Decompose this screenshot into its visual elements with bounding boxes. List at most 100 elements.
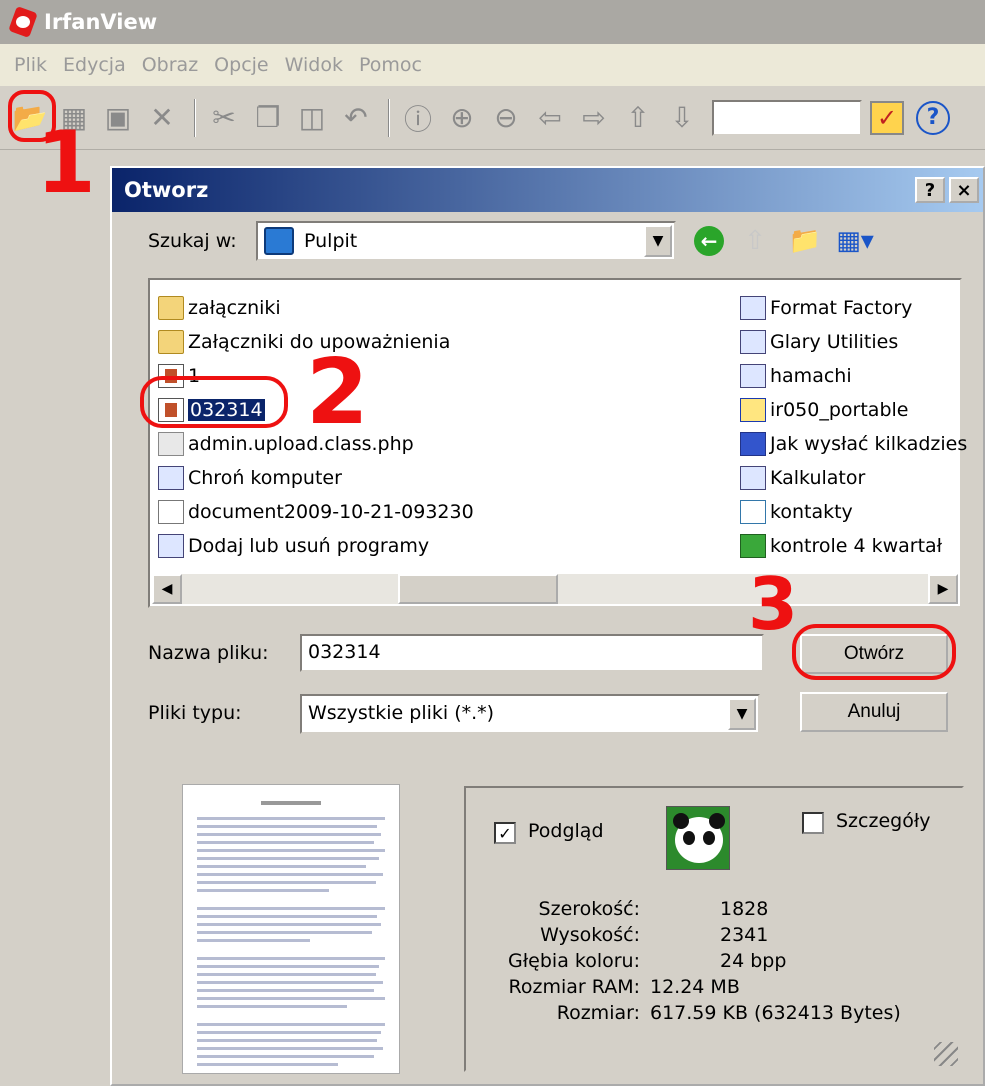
previous-arrow-icon[interactable]: ⇦ (530, 98, 570, 138)
menu-obraz[interactable]: Obraz (142, 54, 198, 76)
undo-icon[interactable]: ↶ (336, 98, 376, 138)
scroll-left-icon[interactable]: ◀ (152, 574, 182, 604)
lookin-label: Szukaj w: (148, 230, 237, 252)
preview-text-line (197, 1055, 374, 1058)
preview-text-line (197, 1039, 378, 1042)
info-icon[interactable]: ⓘ (398, 98, 438, 138)
zoom-out-icon[interactable]: ⊖ (486, 98, 526, 138)
filetype-label: Pliki typu: (148, 702, 242, 724)
scrollbar-thumb[interactable] (398, 574, 558, 604)
filename-label: Nazwa pliku: (148, 642, 269, 664)
save-icon[interactable]: ▣ (98, 98, 138, 138)
lookin-combo[interactable]: Pulpit ▼ (256, 221, 676, 261)
doc-file-icon (158, 500, 184, 524)
menu-widok[interactable]: Widok (285, 54, 343, 76)
delete-icon[interactable]: ✕ (142, 98, 182, 138)
panda-icon (666, 806, 730, 870)
views-menu-icon[interactable]: ▦▾ (836, 224, 874, 258)
copy-icon[interactable]: ❐ (248, 98, 288, 138)
file-name: kontakty (770, 501, 853, 523)
preview-text-line (197, 989, 374, 992)
preview-text-line (197, 915, 378, 918)
chevron-down-icon[interactable]: ▼ (644, 225, 672, 257)
irfanview-logo-icon (8, 7, 38, 37)
up-folder-icon[interactable]: ⇧ (738, 224, 772, 258)
filename-input[interactable]: 032314 (300, 634, 764, 672)
file-list-item[interactable]: hamachi (740, 360, 852, 392)
info-value: 12.24 MB (650, 976, 740, 998)
file-list-item[interactable]: załączniki (158, 292, 281, 324)
preview-text-line (197, 923, 382, 926)
preview-text-line (197, 1005, 348, 1008)
up-arrow-icon[interactable]: ⇧ (618, 98, 658, 138)
preview-text-line (197, 957, 385, 960)
file-list-item[interactable]: Załączniki do upoważnienia (158, 326, 450, 358)
preview-checkbox[interactable]: ✓ (494, 822, 516, 844)
app-title: IrfanView (44, 10, 158, 34)
cut-icon[interactable]: ✂ (204, 98, 244, 138)
next-arrow-icon[interactable]: ⇨ (574, 98, 614, 138)
resize-grip-icon[interactable] (934, 1042, 958, 1066)
image-info-panel: ✓ Podgląd Szczegóły Szerokość: 1828 Wysoko… (464, 786, 964, 1072)
paste-icon[interactable]: ◫ (292, 98, 332, 138)
menu-opcje[interactable]: Opcje (214, 54, 268, 76)
annotation-circle-3 (792, 624, 956, 680)
scroll-right-icon[interactable]: ▶ (928, 574, 958, 604)
toolbar-separator (194, 98, 196, 137)
file-list-item[interactable]: Dodaj lub usuń programy (158, 530, 429, 562)
file-list-item[interactable]: Format Factory (740, 292, 912, 324)
filetype-combo[interactable]: Wszystkie pliki (*.*) ▼ (300, 694, 760, 734)
down-arrow-icon[interactable]: ⇩ (662, 98, 702, 138)
shortcut-file-icon (740, 296, 766, 320)
file-list-item[interactable]: document2009-10-21-093230 (158, 496, 474, 528)
menu-plik[interactable]: Plik (14, 54, 47, 76)
preview-text-line (197, 857, 380, 860)
info-value: 2341 (720, 924, 769, 946)
info-key: Szerokość: (538, 898, 640, 920)
preview-label: Podgląd (528, 820, 604, 842)
zip-file-icon (740, 398, 766, 422)
info-value: 617.59 KB (632413 Bytes) (650, 1002, 901, 1024)
toolbar: 📂 ▦ ▣ ✕ ✂ ❐ ◫ ↶ ⓘ ⊕ ⊖ ⇦ ⇨ ⇧ ⇩ ✓ ? (0, 86, 985, 150)
details-checkbox[interactable] (802, 812, 824, 834)
annotation-number-1: 1 (36, 113, 96, 213)
info-value: 1828 (720, 898, 769, 920)
checkmark-icon[interactable]: ✓ (870, 100, 904, 135)
new-folder-icon[interactable]: 📁 (788, 224, 822, 258)
chevron-down-icon[interactable]: ▼ (728, 698, 756, 730)
info-value: 24 bpp (720, 950, 787, 972)
app-titlebar: IrfanView (0, 0, 985, 44)
file-list-item[interactable]: admin.upload.class.php (158, 428, 414, 460)
file-list-item[interactable]: Glary Utilities (740, 326, 898, 358)
preview-text-line (197, 833, 382, 836)
zoom-in-icon[interactable]: ⊕ (442, 98, 482, 138)
cancel-button[interactable]: Anuluj (800, 692, 948, 732)
file-list-item[interactable]: kontrole 4 kwartał (740, 530, 942, 562)
file-list-item[interactable]: ir050_portable (740, 394, 908, 426)
dialog-close-button[interactable]: × (949, 177, 979, 203)
vcf-file-icon (740, 500, 766, 524)
dialog-help-button[interactable]: ? (915, 177, 945, 203)
menu-pomoc[interactable]: Pomoc (359, 54, 422, 76)
file-name: załączniki (188, 297, 281, 319)
file-name: document2009-10-21-093230 (188, 501, 474, 523)
shortcut-file-icon (740, 466, 766, 490)
file-name: hamachi (770, 365, 852, 387)
back-icon[interactable]: ← (694, 226, 724, 256)
info-key: Rozmiar RAM: (508, 976, 640, 998)
file-list-item[interactable]: Chroń komputer (158, 462, 342, 494)
preview-text-line (197, 881, 376, 884)
help-icon[interactable]: ? (916, 100, 950, 135)
file-name: ir050_portable (770, 399, 909, 421)
preview-text-line (197, 939, 310, 942)
preview-page-title (261, 801, 321, 805)
preview-text-line (197, 981, 384, 984)
file-list-item[interactable]: Jak wysłać kilkadzies (740, 428, 967, 460)
panda-eye (703, 831, 715, 845)
file-list[interactable]: załączniki Załączniki do upoważnienia 1 032… (148, 278, 967, 608)
menu-edycja[interactable]: Edycja (63, 54, 126, 76)
file-list-item[interactable]: kontakty (740, 496, 853, 528)
toolbar-input[interactable] (712, 99, 862, 136)
file-list-item[interactable]: Kalkulator (740, 462, 865, 494)
horizontal-scrollbar[interactable]: ◀ ▶ (152, 574, 958, 604)
